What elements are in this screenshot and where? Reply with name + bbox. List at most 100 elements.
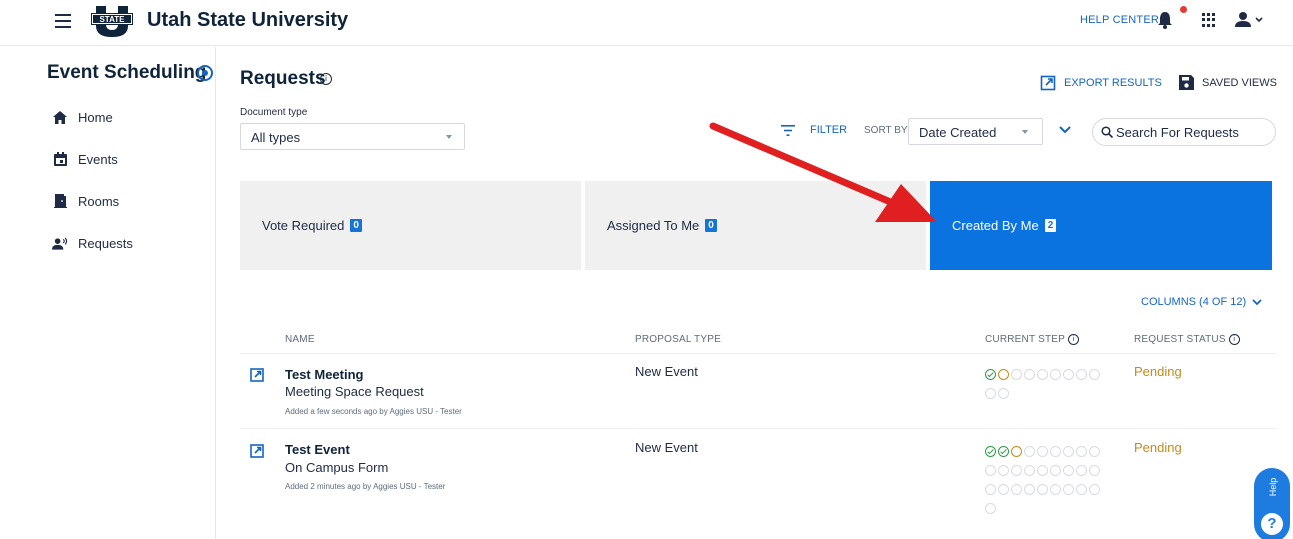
annotation-arrow-icon [709,122,937,222]
open-request-icon[interactable] [250,444,264,458]
proposal-type: New Event [635,440,698,455]
help-widget-label: Help [1268,477,1278,497]
request-name[interactable]: Test Event [285,442,350,457]
calendar-icon [52,151,68,167]
tile-created-by-me[interactable]: Created By Me 2 [930,181,1272,270]
step-pending-icon [1076,484,1087,495]
step-pending-icon [1089,465,1100,476]
step-pending-icon [985,388,996,399]
tile-label: Created By Me [952,218,1039,233]
sidebar-item-rooms[interactable]: Rooms [52,191,119,211]
step-pending-icon [1089,484,1100,495]
step-progress[interactable] [985,446,1110,522]
column-header-proposal-type[interactable]: PROPOSAL TYPE [635,334,721,345]
info-icon[interactable]: i [320,73,332,85]
tile-label: Vote Required [262,218,345,233]
caret-down-icon [446,135,452,139]
sidebar: Event Scheduling Home Events Rooms Reque… [0,47,216,539]
tile-count-badge: 2 [1044,219,1057,232]
usu-logo[interactable]: STATE [90,4,134,38]
step-pending-icon [1089,446,1100,457]
step-pending-icon [1024,369,1035,380]
step-pending-icon [1024,484,1035,495]
sort-direction-chevron-icon[interactable] [1058,124,1072,136]
step-pending-icon [1011,465,1022,476]
column-header-request-status[interactable]: REQUEST STATUS i [1134,334,1240,345]
search-icon [1101,126,1113,138]
step-pending-icon [1024,446,1035,457]
sidebar-title: Event Scheduling [47,62,207,83]
request-meta: Added 2 minutes ago by Aggies USU - Test… [285,482,446,491]
step-current-icon [1011,446,1022,457]
menu-icon[interactable] [55,14,71,28]
step-pending-icon [1024,465,1035,476]
step-pending-icon [1063,446,1074,457]
columns-label: COLUMNS (4 OF 12) [1141,296,1247,308]
sidebar-item-label: Rooms [78,193,120,209]
external-link-icon [1040,75,1056,91]
step-pending-icon [1037,465,1048,476]
step-pending-icon [1050,369,1061,380]
step-progress[interactable] [985,369,1110,407]
chevron-down-icon [1252,299,1262,306]
step-pending-icon [1037,446,1048,457]
step-pending-icon [1011,369,1022,380]
columns-button[interactable]: COLUMNS (4 OF 12) [1141,296,1262,308]
column-header-label: CURRENT STEP [985,334,1066,345]
step-done-icon [985,369,996,380]
step-pending-icon [1011,484,1022,495]
step-pending-icon [1076,446,1087,457]
export-results-button[interactable]: EXPORT RESULTS [1040,75,1162,91]
info-icon[interactable]: i [1228,334,1240,345]
step-pending-icon [1037,484,1048,495]
door-icon [52,193,68,209]
step-pending-icon [985,503,996,514]
saved-views-button[interactable]: SAVED VIEWS [1179,75,1277,90]
divider [240,428,1276,429]
request-form: On Campus Form [285,460,389,475]
search-input[interactable]: Search For Requests [1092,118,1276,146]
search-placeholder: Search For Requests [1116,125,1239,140]
apps-grid-icon[interactable] [1202,13,1216,27]
radio-selected-icon[interactable] [197,65,213,81]
tile-count-badge: 0 [350,219,362,232]
bell-icon[interactable] [1156,10,1174,30]
step-pending-icon [1063,369,1074,380]
step-pending-icon [998,484,1009,495]
step-pending-icon [1076,465,1087,476]
step-pending-icon [1050,446,1061,457]
top-bar: STATE Utah State University HELP CENTER [0,0,1293,46]
step-pending-icon [985,484,996,495]
sidebar-item-events[interactable]: Events [52,149,118,169]
step-pending-icon [998,388,1009,399]
user-menu-icon[interactable] [1234,11,1266,29]
sidebar-item-home[interactable]: Home [52,107,113,127]
column-header-name[interactable]: NAME [285,334,315,345]
column-header-label: PROPOSAL TYPE [635,334,721,345]
step-done-icon [998,446,1009,457]
divider [240,353,1276,354]
request-name[interactable]: Test Meeting [285,367,364,382]
proposal-type: New Event [635,364,698,379]
sidebar-item-requests[interactable]: Requests [52,233,133,253]
step-pending-icon [1076,369,1087,380]
tile-label: Assigned To Me [607,218,700,233]
tile-vote-required[interactable]: Vote Required 0 [240,181,581,270]
export-results-label: EXPORT RESULTS [1064,77,1162,89]
saved-views-label: SAVED VIEWS [1202,76,1277,89]
info-icon[interactable]: i [1068,334,1080,345]
save-icon [1179,75,1194,90]
document-type-label: Document type [240,107,308,118]
sidebar-item-label: Events [78,151,118,167]
people-icon [52,235,68,251]
column-header-current-step[interactable]: CURRENT STEP i [985,334,1080,345]
app-title[interactable]: Utah State University [147,9,348,32]
step-pending-icon [1089,369,1100,380]
svg-text:STATE: STATE [99,15,125,24]
help-center-link[interactable]: HELP CENTER [1080,14,1159,26]
document-type-select[interactable]: All types [240,123,465,150]
help-question-icon[interactable]: ? [1261,513,1283,535]
caret-down-icon [1022,130,1028,134]
open-request-icon[interactable] [250,368,264,382]
step-pending-icon [1050,465,1061,476]
